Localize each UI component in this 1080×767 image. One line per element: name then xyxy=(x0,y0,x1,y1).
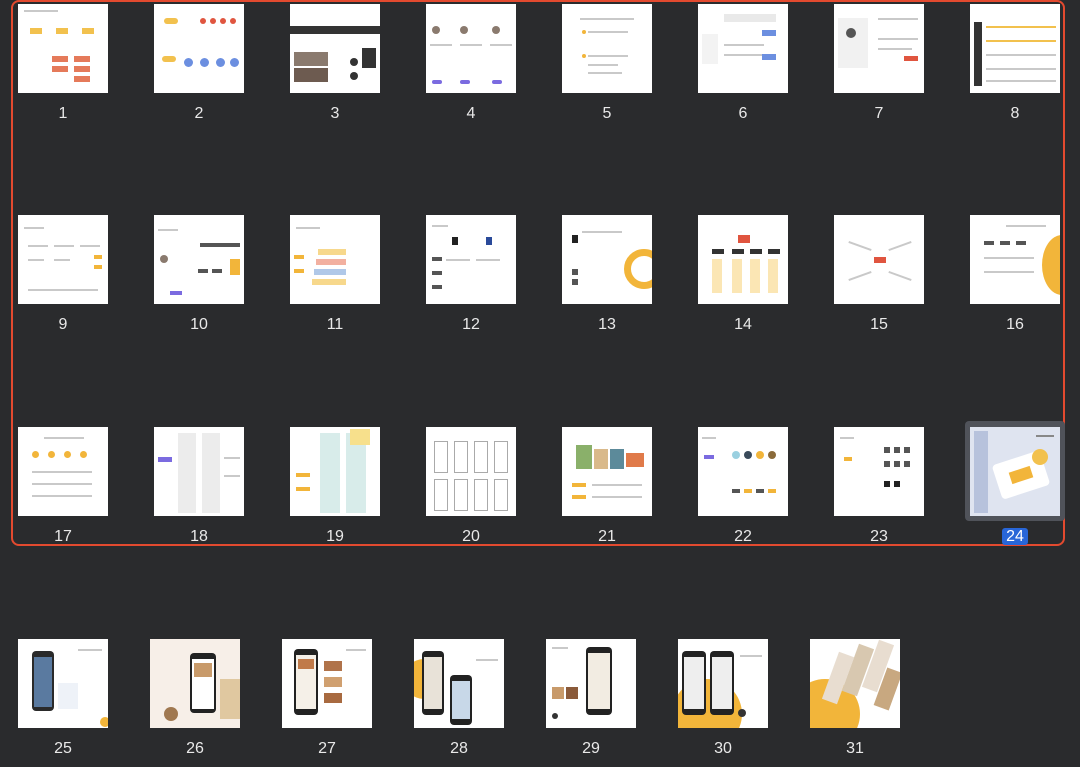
slide-number: 7 xyxy=(874,105,884,122)
slide-preview xyxy=(678,639,768,728)
slide-preview xyxy=(154,427,244,516)
slide-number: 24 xyxy=(970,527,1060,547)
slide-preview xyxy=(290,4,380,93)
slide-number: 21 xyxy=(598,528,616,545)
slide-number: 23 xyxy=(870,528,888,545)
slide-thumbnail[interactable]: 30 xyxy=(678,639,768,757)
slide-thumbnail[interactable]: 14 xyxy=(698,215,788,333)
slide-thumbnail[interactable]: 28 xyxy=(414,639,504,757)
slide-preview xyxy=(546,639,636,728)
slide-preview xyxy=(698,4,788,93)
slide-preview xyxy=(426,215,516,304)
slide-number: 19 xyxy=(326,528,344,545)
slide-thumbnail[interactable]: 31 xyxy=(810,639,900,757)
slide-preview xyxy=(562,427,652,516)
slide-preview xyxy=(150,639,240,728)
slide-thumbnail[interactable]: 25 xyxy=(18,639,108,757)
slide-thumbnail[interactable]: 12 xyxy=(426,215,516,333)
slide-preview xyxy=(18,215,108,304)
slide-number: 28 xyxy=(450,740,468,757)
slide-preview xyxy=(282,639,372,728)
slide-thumbnail[interactable]: 22 xyxy=(698,427,788,545)
slide-number: 2 xyxy=(194,105,204,122)
slide-preview xyxy=(970,4,1060,93)
slide-number: 22 xyxy=(734,528,752,545)
slide-number: 14 xyxy=(734,316,752,333)
slide-thumbnail[interactable]: 13 xyxy=(562,215,652,333)
slide-number: 25 xyxy=(54,740,72,757)
slide-number: 10 xyxy=(190,316,208,333)
slide-preview xyxy=(414,639,504,728)
slide-preview xyxy=(698,215,788,304)
slide-thumbnail[interactable]: 15 xyxy=(834,215,924,333)
slide-preview xyxy=(18,639,108,728)
slide-thumbnail[interactable]: 18 xyxy=(154,427,244,545)
slide-number: 30 xyxy=(714,740,732,757)
slide-number: 17 xyxy=(54,528,72,545)
slide-preview xyxy=(810,639,900,728)
slide-thumbnail-selected[interactable]: 24 xyxy=(965,421,1065,545)
slide-number: 27 xyxy=(318,740,336,757)
slide-number: 20 xyxy=(462,528,480,545)
slide-number: 11 xyxy=(326,316,344,333)
slide-number: 18 xyxy=(190,528,208,545)
slide-number: 5 xyxy=(602,105,612,122)
slide-number: 29 xyxy=(582,740,600,757)
slide-number: 3 xyxy=(330,105,340,122)
slide-number: 12 xyxy=(462,316,480,333)
slide-number: 9 xyxy=(58,316,68,333)
slide-thumbnail[interactable]: 7 xyxy=(834,4,924,122)
slide-preview xyxy=(426,427,516,516)
slide-preview xyxy=(970,215,1060,304)
slide-thumbnail[interactable]: 23 xyxy=(834,427,924,545)
slide-thumbnail[interactable]: 21 xyxy=(562,427,652,545)
slide-number: 1 xyxy=(58,105,68,122)
slide-preview xyxy=(562,4,652,93)
slide-number: 16 xyxy=(1006,316,1024,333)
slide-number: 8 xyxy=(1010,105,1020,122)
slide-thumbnail[interactable]: 4 xyxy=(426,4,516,122)
slide-thumbnail[interactable]: 6 xyxy=(698,4,788,122)
slide-preview xyxy=(562,215,652,304)
slide-thumbnail[interactable]: 19 xyxy=(290,427,380,545)
slide-preview xyxy=(154,4,244,93)
slide-thumbnail[interactable]: 10 xyxy=(154,215,244,333)
slide-preview xyxy=(698,427,788,516)
slide-number: 26 xyxy=(186,740,204,757)
slide-preview xyxy=(154,215,244,304)
slide-number: 4 xyxy=(466,105,476,122)
slide-thumbnail[interactable]: 27 xyxy=(282,639,372,757)
slide-number: 13 xyxy=(598,316,616,333)
slide-thumbnail[interactable]: 16 xyxy=(970,215,1060,333)
slide-preview xyxy=(970,427,1060,516)
slide-thumbnail[interactable]: 17 xyxy=(18,427,108,545)
slide-thumbnail[interactable]: 1 xyxy=(18,4,108,122)
slide-preview xyxy=(834,427,924,516)
slide-thumbnail[interactable]: 26 xyxy=(150,639,240,757)
slide-preview xyxy=(290,215,380,304)
slide-number: 15 xyxy=(870,316,888,333)
slide-preview xyxy=(18,427,108,516)
slide-number: 31 xyxy=(846,740,864,757)
slide-preview xyxy=(426,4,516,93)
slide-thumbnail[interactable]: 2 xyxy=(154,4,244,122)
slide-thumbnail[interactable]: 3 xyxy=(290,4,380,122)
slide-thumbnail[interactable]: 29 xyxy=(546,639,636,757)
slide-preview xyxy=(18,4,108,93)
slide-thumbnail[interactable]: 11 xyxy=(290,215,380,333)
slide-thumbnail[interactable]: 9 xyxy=(18,215,108,333)
slide-preview xyxy=(834,215,924,304)
slide-thumbnail[interactable]: 5 xyxy=(562,4,652,122)
slide-thumbnail[interactable]: 8 xyxy=(970,4,1060,122)
slide-preview xyxy=(834,4,924,93)
slide-thumbnail[interactable]: 20 xyxy=(426,427,516,545)
slide-number: 6 xyxy=(738,105,748,122)
slide-preview xyxy=(290,427,380,516)
